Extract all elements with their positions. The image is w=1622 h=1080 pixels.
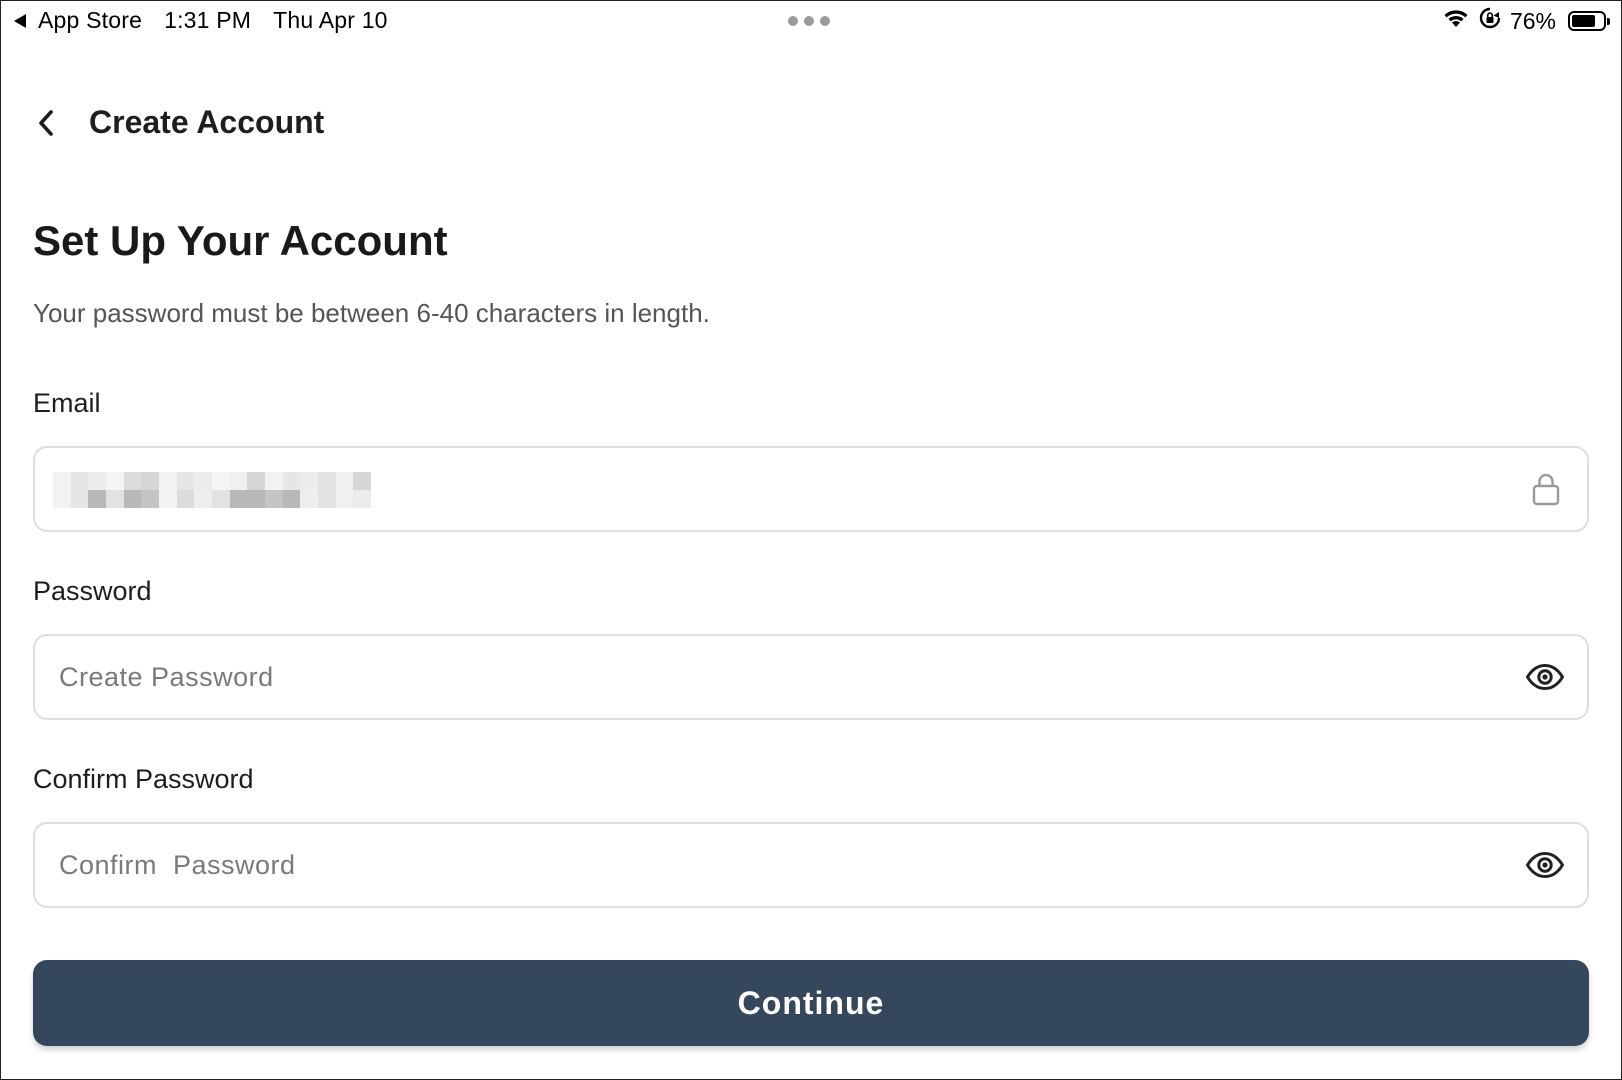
- status-bar-right: 76%: [1442, 6, 1610, 36]
- password-field[interactable]: [33, 634, 1589, 720]
- status-bar: App Store 1:31 PM Thu Apr 10 76%: [0, 0, 1622, 44]
- email-field: [33, 446, 1589, 532]
- multitask-dot: [804, 16, 814, 26]
- multitasking-menu[interactable]: [788, 16, 830, 26]
- eye-icon[interactable]: [1525, 663, 1565, 691]
- status-bar-left[interactable]: App Store 1:31 PM Thu Apr 10: [14, 7, 388, 34]
- eye-icon[interactable]: [1525, 851, 1565, 879]
- confirm-password-field[interactable]: [33, 822, 1589, 908]
- battery-fill: [1572, 15, 1595, 27]
- chevron-left-icon: [39, 110, 53, 136]
- status-time: 1:31 PM: [164, 7, 252, 33]
- back-button[interactable]: [32, 108, 60, 138]
- app-frame: [0, 0, 1622, 1080]
- battery-nub: [1607, 18, 1610, 25]
- continue-button[interactable]: Continue: [33, 960, 1589, 1046]
- multitask-dot: [788, 16, 798, 26]
- multitask-dot: [820, 16, 830, 26]
- page-title: Set Up Your Account: [33, 217, 448, 264]
- redacted-email-value: [53, 472, 371, 508]
- password-input[interactable]: [59, 636, 1459, 718]
- orientation-lock-icon: [1478, 6, 1502, 36]
- password-label: Password: [33, 576, 152, 606]
- lock-icon: [1531, 472, 1561, 506]
- status-date: Thu Apr 10: [273, 7, 388, 33]
- confirm-password-input[interactable]: [59, 824, 1459, 906]
- confirm-password-label: Confirm Password: [33, 764, 254, 794]
- nav-header: Create Account: [0, 90, 1622, 160]
- wifi-icon: [1442, 7, 1470, 35]
- password-requirements-text: Your password must be between 6-40 chara…: [33, 298, 710, 328]
- battery-icon: [1568, 11, 1610, 31]
- back-to-app-label[interactable]: App Store: [38, 7, 142, 34]
- back-to-app-icon[interactable]: [14, 13, 26, 28]
- email-label: Email: [33, 388, 101, 418]
- nav-title: Create Account: [89, 104, 325, 140]
- battery-percent: 76%: [1509, 7, 1556, 34]
